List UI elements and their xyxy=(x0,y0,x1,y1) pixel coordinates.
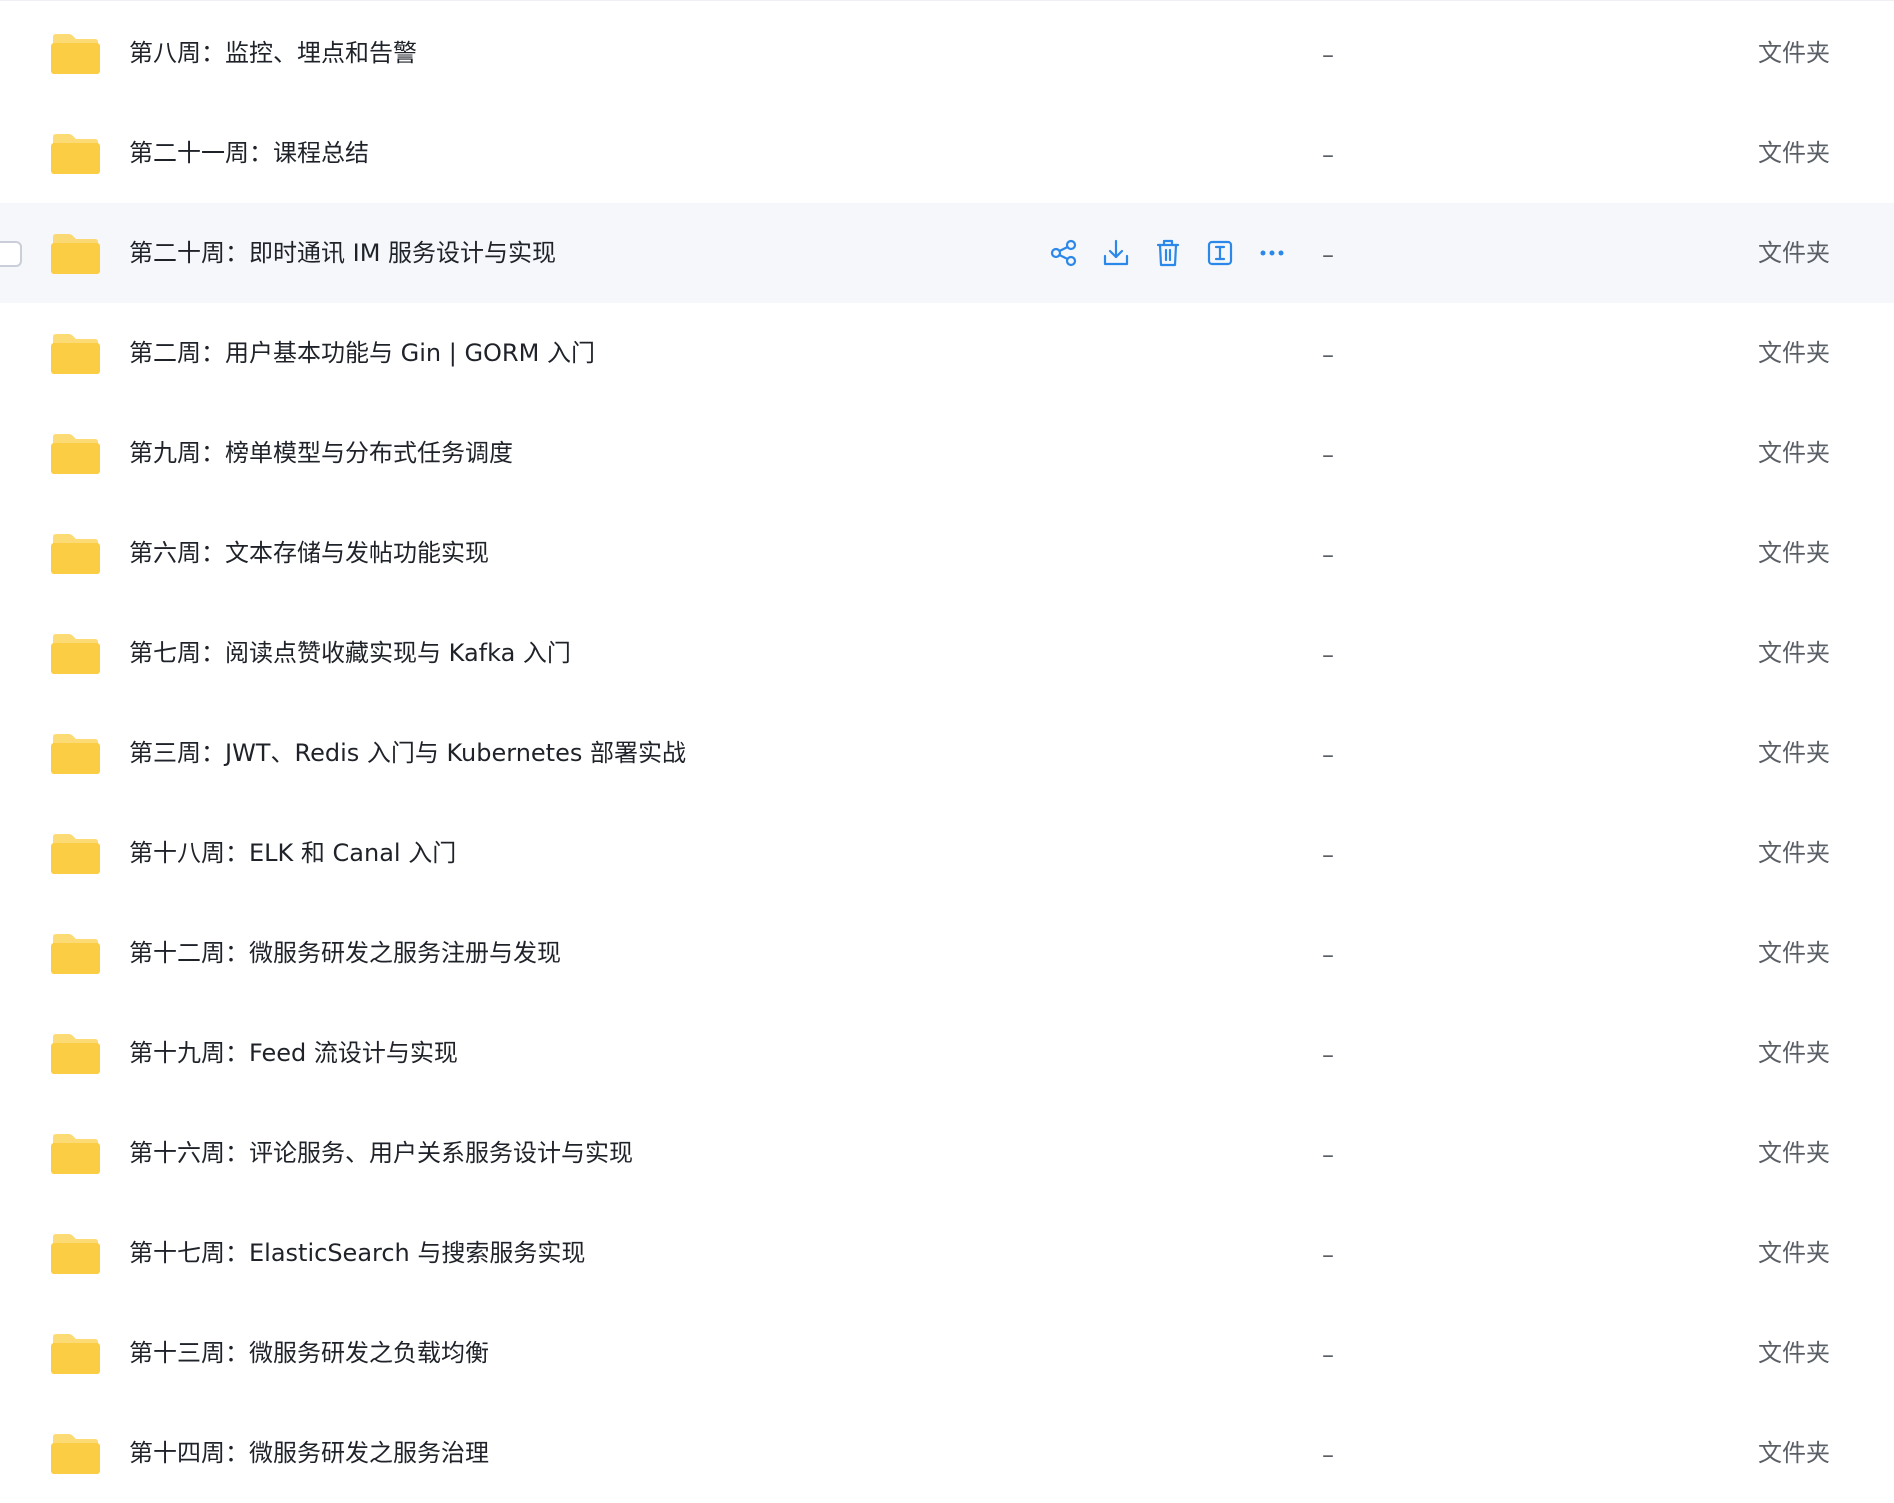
more-icon xyxy=(1257,238,1287,268)
file-size: – xyxy=(1322,441,1334,469)
folder-icon xyxy=(50,133,101,175)
folder-icon xyxy=(50,333,101,375)
file-row[interactable]: 第十七周：ElasticSearch 与搜索服务实现 – 文件夹 xyxy=(0,1203,1894,1303)
file-type: 文件夹 xyxy=(1758,739,1830,767)
file-name[interactable]: 第八周：监控、埋点和告警 xyxy=(129,35,417,71)
folder-icon xyxy=(50,833,101,875)
row-actions xyxy=(1048,233,1288,273)
file-size: – xyxy=(1322,641,1334,669)
file-type: 文件夹 xyxy=(1758,939,1830,967)
file-type: 文件夹 xyxy=(1758,439,1830,467)
file-row[interactable]: 第六周：文本存储与发帖功能实现 – 文件夹 xyxy=(0,503,1894,603)
file-name[interactable]: 第十七周：ElasticSearch 与搜索服务实现 xyxy=(129,1235,585,1271)
file-type: 文件夹 xyxy=(1758,239,1830,267)
file-type: 文件夹 xyxy=(1758,1439,1830,1467)
file-size: – xyxy=(1322,1241,1334,1269)
share-icon xyxy=(1049,238,1079,268)
file-size: – xyxy=(1322,541,1334,569)
file-name[interactable]: 第六周：文本存储与发帖功能实现 xyxy=(129,535,489,571)
folder-icon xyxy=(50,933,101,975)
file-name[interactable]: 第九周：榜单模型与分布式任务调度 xyxy=(129,435,513,471)
file-size: – xyxy=(1322,841,1334,869)
file-size: – xyxy=(1322,1441,1334,1469)
rename-icon xyxy=(1205,238,1235,268)
file-type: 文件夹 xyxy=(1758,639,1830,667)
file-size: – xyxy=(1322,741,1334,769)
file-row[interactable]: 第二十一周：课程总结 – 文件夹 xyxy=(0,103,1894,203)
file-type: 文件夹 xyxy=(1758,1039,1830,1067)
file-name[interactable]: 第十九周：Feed 流设计与实现 xyxy=(129,1035,458,1071)
file-size: – xyxy=(1322,141,1334,169)
file-row[interactable]: 第十四周：微服务研发之服务治理 – 文件夹 xyxy=(0,1403,1894,1503)
file-row[interactable]: 第十三周：微服务研发之负载均衡 – 文件夹 xyxy=(0,1303,1894,1403)
file-size: – xyxy=(1322,241,1334,269)
folder-icon xyxy=(50,1433,101,1475)
file-name[interactable]: 第三周：JWT、Redis 入门与 Kubernetes 部署实战 xyxy=(129,735,686,771)
file-type: 文件夹 xyxy=(1758,139,1830,167)
folder-icon xyxy=(50,433,101,475)
file-name[interactable]: 第七周：阅读点赞收藏实现与 Kafka 入门 xyxy=(129,635,571,671)
file-type: 文件夹 xyxy=(1758,539,1830,567)
file-name[interactable]: 第二十一周：课程总结 xyxy=(129,135,369,171)
file-type: 文件夹 xyxy=(1758,839,1830,867)
folder-icon xyxy=(50,533,101,575)
file-row[interactable]: 第九周：榜单模型与分布式任务调度 – 文件夹 xyxy=(0,403,1894,503)
file-size: – xyxy=(1322,41,1334,69)
download-icon xyxy=(1101,238,1131,268)
trash-icon xyxy=(1153,238,1183,268)
folder-icon xyxy=(50,233,101,275)
folder-icon xyxy=(50,33,101,75)
file-name[interactable]: 第十六周：评论服务、用户关系服务设计与实现 xyxy=(129,1135,633,1171)
file-row[interactable]: 第十二周：微服务研发之服务注册与发现 – 文件夹 xyxy=(0,903,1894,1003)
file-row[interactable]: 第八周：监控、埋点和告警 – 文件夹 xyxy=(0,3,1894,103)
folder-icon xyxy=(50,733,101,775)
folder-icon xyxy=(50,1133,101,1175)
file-type: 文件夹 xyxy=(1758,1339,1830,1367)
file-row[interactable]: 第二十周：即时通讯 IM 服务设计与实现 – 文件夹 xyxy=(0,203,1894,303)
file-size: – xyxy=(1322,1141,1334,1169)
more-button[interactable] xyxy=(1256,233,1288,273)
file-type: 文件夹 xyxy=(1758,1139,1830,1167)
row-checkbox[interactable] xyxy=(0,241,22,267)
file-row[interactable]: 第七周：阅读点赞收藏实现与 Kafka 入门 – 文件夹 xyxy=(0,603,1894,703)
rename-button[interactable] xyxy=(1204,233,1236,273)
folder-icon xyxy=(50,633,101,675)
file-name[interactable]: 第十四周：微服务研发之服务治理 xyxy=(129,1435,489,1471)
folder-icon xyxy=(50,1233,101,1275)
share-button[interactable] xyxy=(1048,233,1080,273)
file-name[interactable]: 第十二周：微服务研发之服务注册与发现 xyxy=(129,935,561,971)
file-row[interactable]: 第二周：用户基本功能与 Gin | GORM 入门 – 文件夹 xyxy=(0,303,1894,403)
download-button[interactable] xyxy=(1100,233,1132,273)
file-list: 第八周：监控、埋点和告警 – 文件夹 第二十一周：课程总结 – 文件夹 第二十周：即时通讯 … xyxy=(0,0,1894,1475)
file-name[interactable]: 第十三周：微服务研发之负载均衡 xyxy=(129,1335,489,1371)
file-size: – xyxy=(1322,941,1334,969)
file-size: – xyxy=(1322,1041,1334,1069)
file-size: – xyxy=(1322,1341,1334,1369)
delete-button[interactable] xyxy=(1152,233,1184,273)
file-row[interactable]: 第十六周：评论服务、用户关系服务设计与实现 – 文件夹 xyxy=(0,1103,1894,1203)
file-row[interactable]: 第三周：JWT、Redis 入门与 Kubernetes 部署实战 – 文件夹 xyxy=(0,703,1894,803)
file-row[interactable]: 第十九周：Feed 流设计与实现 – 文件夹 xyxy=(0,1003,1894,1103)
file-name[interactable]: 第二周：用户基本功能与 Gin | GORM 入门 xyxy=(129,335,595,371)
file-type: 文件夹 xyxy=(1758,39,1830,67)
file-type: 文件夹 xyxy=(1758,339,1830,367)
file-size: – xyxy=(1322,341,1334,369)
file-type: 文件夹 xyxy=(1758,1239,1830,1267)
file-name[interactable]: 第十八周：ELK 和 Canal 入门 xyxy=(129,835,456,871)
file-row[interactable]: 第十八周：ELK 和 Canal 入门 – 文件夹 xyxy=(0,803,1894,903)
file-name[interactable]: 第二十周：即时通讯 IM 服务设计与实现 xyxy=(129,235,556,271)
folder-icon xyxy=(50,1033,101,1075)
folder-icon xyxy=(50,1333,101,1375)
